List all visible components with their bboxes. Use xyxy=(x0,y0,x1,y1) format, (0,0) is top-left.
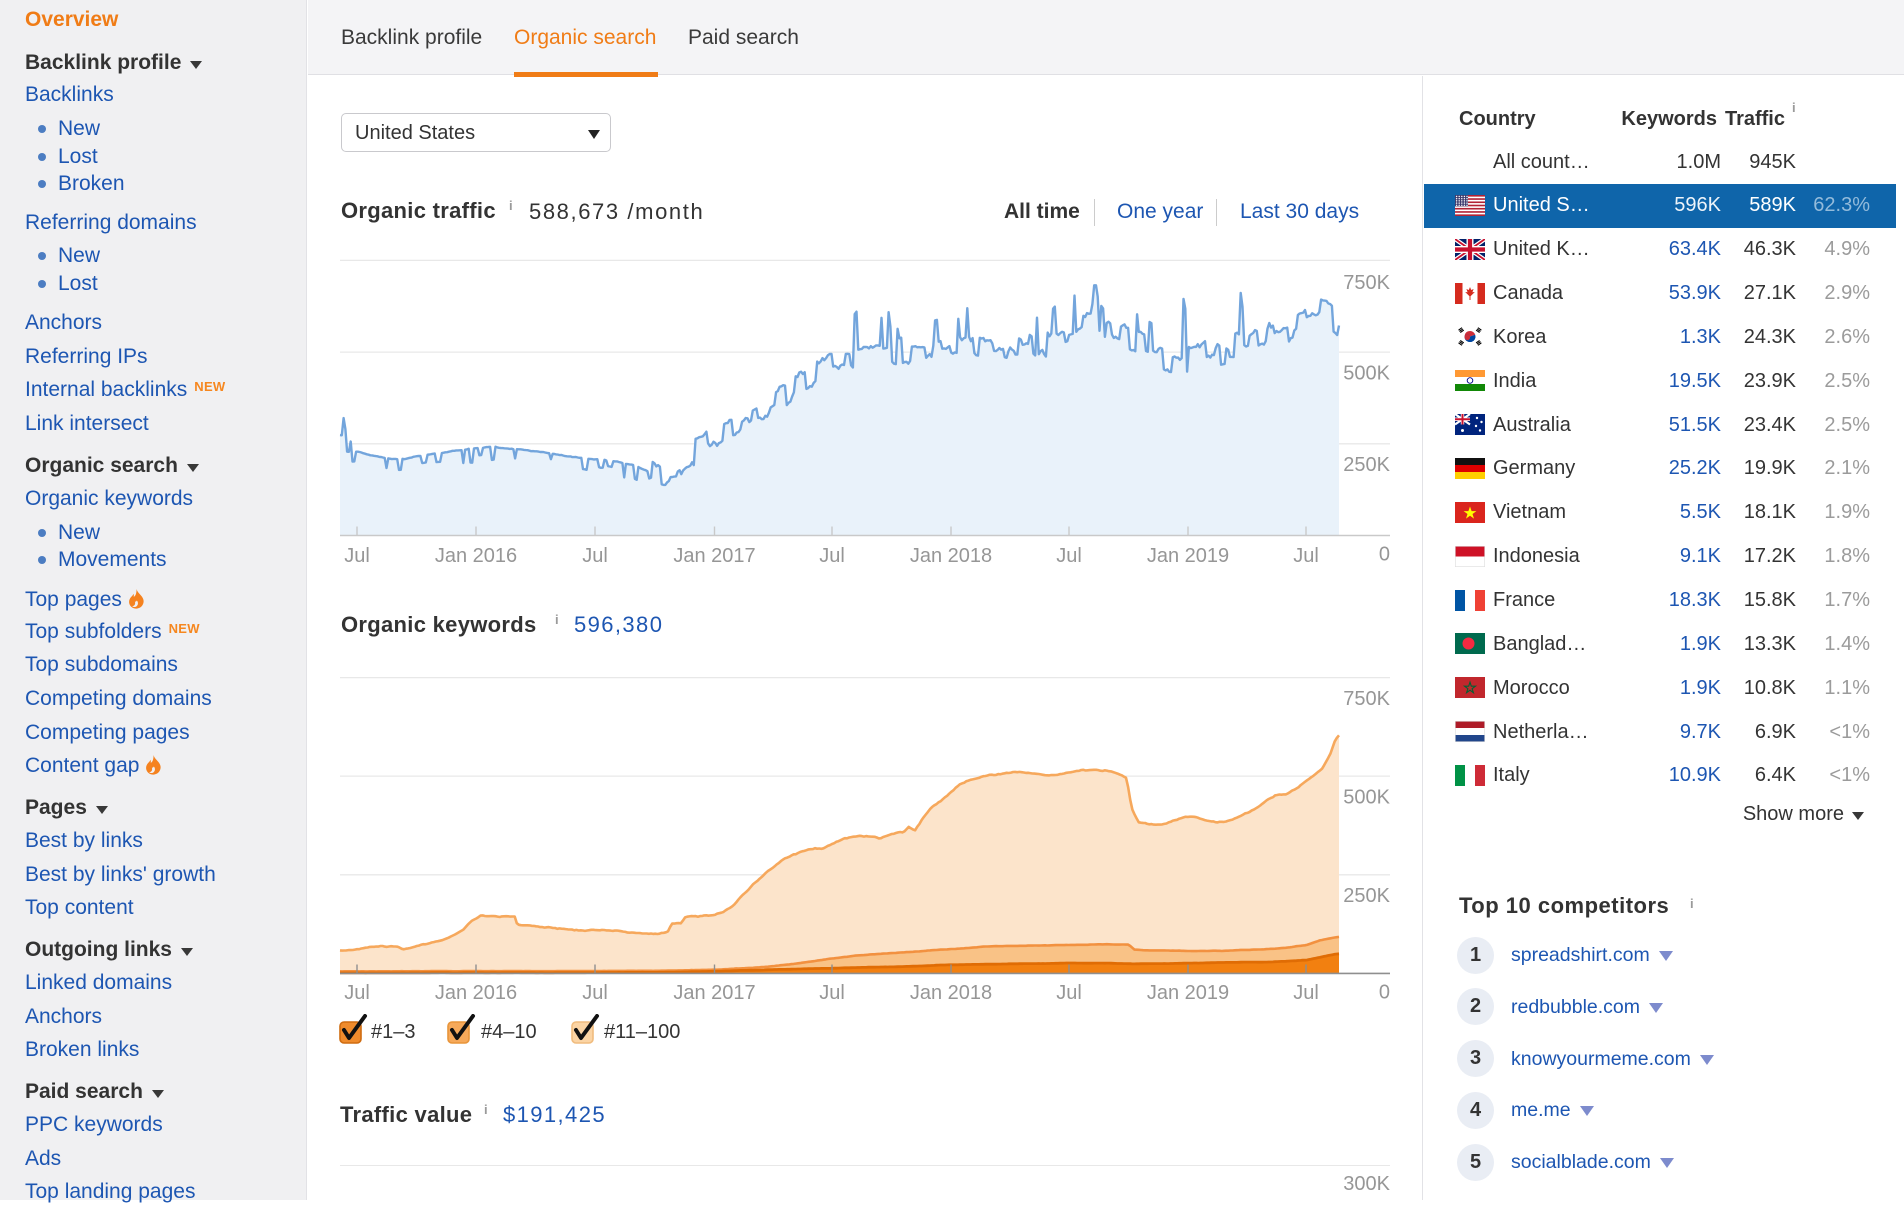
svg-text:Jan 2018: Jan 2018 xyxy=(910,545,992,567)
svg-text:Jul: Jul xyxy=(1293,545,1319,567)
svg-text:Jul: Jul xyxy=(582,545,608,567)
svg-text:Jul: Jul xyxy=(1056,982,1082,1000)
svg-text:500K: 500K xyxy=(1343,787,1390,809)
svg-text:Jan 2019: Jan 2019 xyxy=(1147,545,1229,567)
svg-text:Jul: Jul xyxy=(344,545,370,567)
svg-text:Jan 2017: Jan 2017 xyxy=(673,982,755,1000)
svg-text:Jul: Jul xyxy=(819,545,845,567)
svg-text:750K: 750K xyxy=(1343,688,1390,710)
svg-text:Jul: Jul xyxy=(1056,545,1082,567)
svg-text:0: 0 xyxy=(1379,544,1390,566)
svg-text:Jul: Jul xyxy=(819,982,845,1000)
svg-text:0: 0 xyxy=(1379,982,1390,1001)
svg-text:Jan 2017: Jan 2017 xyxy=(673,545,755,567)
svg-text:Jan 2016: Jan 2016 xyxy=(435,545,517,567)
svg-text:500K: 500K xyxy=(1343,362,1390,384)
svg-text:750K: 750K xyxy=(1343,272,1390,294)
svg-text:Jan 2019: Jan 2019 xyxy=(1147,982,1229,1000)
svg-text:Jan 2016: Jan 2016 xyxy=(435,982,517,1000)
svg-text:Jul: Jul xyxy=(344,982,370,1000)
svg-text:Jul: Jul xyxy=(582,982,608,1000)
svg-text:Jul: Jul xyxy=(1293,982,1319,1000)
svg-text:250K: 250K xyxy=(1343,885,1390,907)
svg-text:Jan 2018: Jan 2018 xyxy=(910,982,992,1000)
svg-text:250K: 250K xyxy=(1343,454,1390,476)
